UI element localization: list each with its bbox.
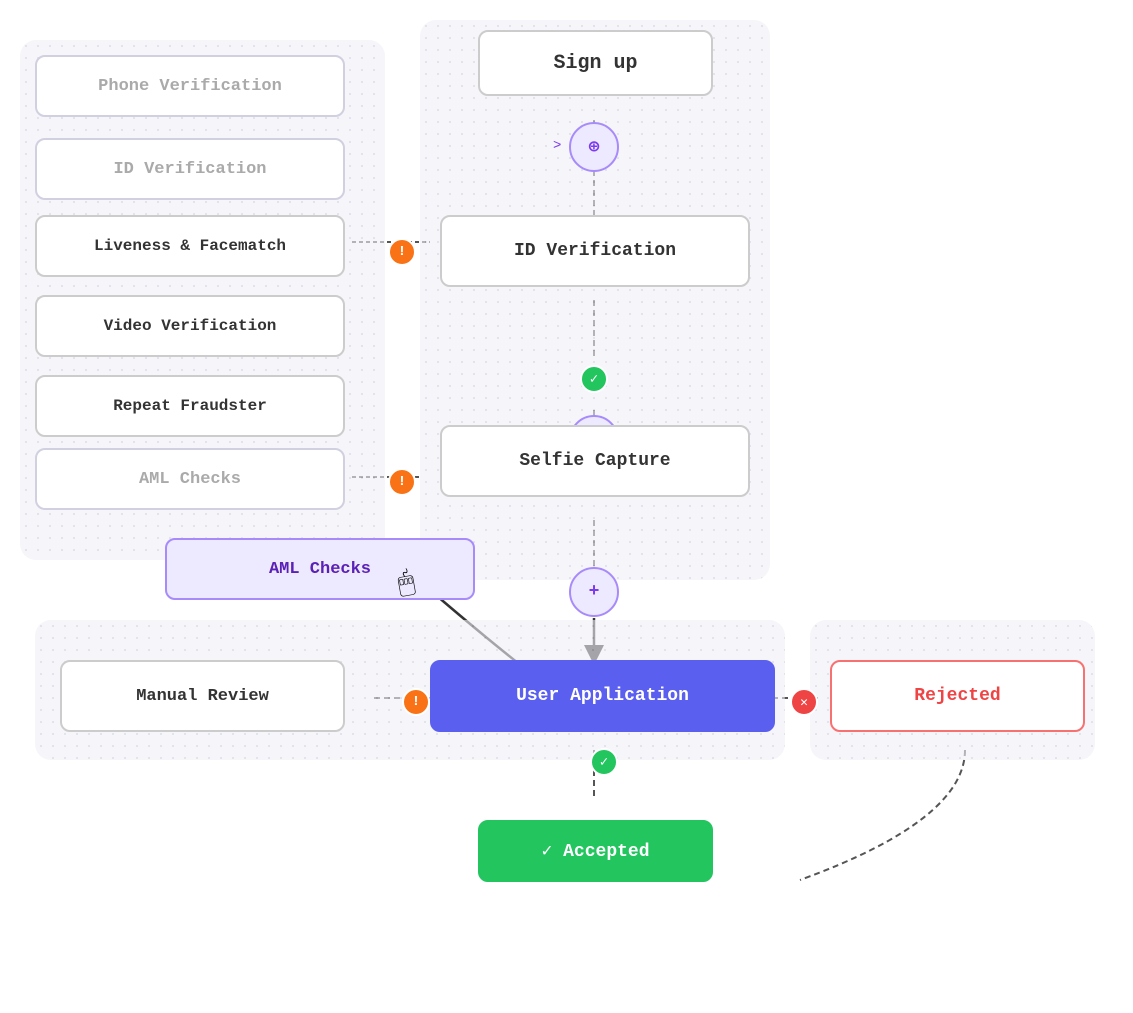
canvas: Phone Verification ID Verification Liven… xyxy=(0,0,1133,1013)
warn-badge-aml-side: ! xyxy=(388,468,416,496)
cross-icon: ✕ xyxy=(800,695,808,710)
selfie-capture-node[interactable]: Selfie Capture xyxy=(440,425,750,497)
plus-node-1[interactable]: ⊕ xyxy=(569,122,619,172)
phone-verification-node[interactable]: Phone Verification xyxy=(35,55,345,117)
liveness-node[interactable]: Liveness & Facematch xyxy=(35,215,345,277)
repeat-fraudster-node[interactable]: Repeat Fraudster xyxy=(35,375,345,437)
manual-review-node[interactable]: Manual Review xyxy=(60,660,345,732)
signup-node[interactable]: Sign up xyxy=(478,30,713,96)
accepted-node[interactable]: ✓ Accepted xyxy=(478,820,713,882)
aml-checks-dragging-node[interactable]: AML Checks xyxy=(165,538,475,600)
cross-badge-user-app: ✕ xyxy=(790,688,818,716)
user-application-node[interactable]: User Application xyxy=(430,660,775,732)
id-verification-main-node[interactable]: ID Verification xyxy=(440,215,750,287)
id-verification-side-node[interactable]: ID Verification xyxy=(35,138,345,200)
warn-badge-manual: ! xyxy=(402,688,430,716)
check-badge-user-app: ✓ xyxy=(590,748,618,776)
plus-arrow-1: > xyxy=(553,138,561,154)
warn-badge-liveness: ! xyxy=(388,238,416,266)
plus-node-3[interactable]: + xyxy=(569,567,619,617)
plus-icon-1: ⊕ xyxy=(589,136,600,158)
rejected-node[interactable]: Rejected xyxy=(830,660,1085,732)
plus-icon-3: + xyxy=(589,582,600,602)
check-badge-id: ✓ xyxy=(580,365,608,393)
aml-checks-side-node[interactable]: AML Checks xyxy=(35,448,345,510)
video-verification-node[interactable]: Video Verification xyxy=(35,295,345,357)
